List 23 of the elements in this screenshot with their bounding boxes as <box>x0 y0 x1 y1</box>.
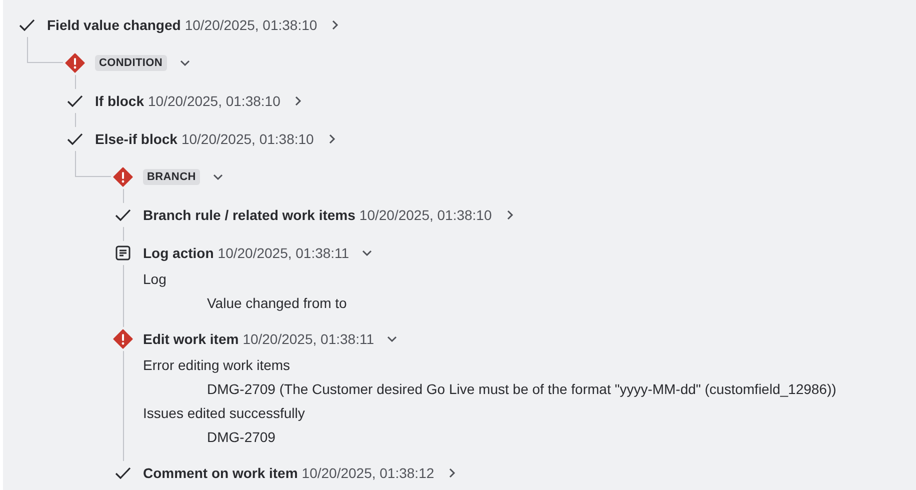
group-tag: BRANCH <box>143 169 200 185</box>
timestamp: 10/20/2025, 01:38:10 <box>148 93 280 109</box>
timestamp: 10/20/2025, 01:38:10 <box>184 17 318 33</box>
step-title: Field value changed <box>47 17 181 33</box>
detail-value: DMG-2709 (The Customer desired Go Live must be of the format "yyyy-MM-dd" (customfield_12986)) <box>206 380 838 399</box>
detail-value: Value changed from to <box>206 294 348 313</box>
detail-label: Log <box>143 270 168 289</box>
detail-label: Error editing work items <box>143 356 292 375</box>
step-title: Comment on work item <box>143 465 298 481</box>
timestamp: 10/20/2025, 01:38:10 <box>359 207 492 223</box>
detail-value: DMG-2709 <box>206 428 276 447</box>
timestamp: 10/20/2025, 01:38:11 <box>218 245 350 261</box>
timestamp: 10/20/2025, 01:38:11 <box>242 331 374 347</box>
step-title: Log action <box>143 245 214 261</box>
group-tag: CONDITION <box>95 55 167 71</box>
timestamp: 10/20/2025, 01:38:12 <box>302 465 434 481</box>
step-title: Edit work item <box>143 331 239 347</box>
step-title: Branch rule / related work items <box>143 207 356 223</box>
step-title: If block <box>95 93 144 109</box>
step-title: Else-if block <box>95 131 178 147</box>
timestamp: 10/20/2025, 01:38:10 <box>181 131 314 147</box>
document-icon <box>115 245 131 261</box>
detail-label: Issues edited successfully <box>143 404 306 423</box>
